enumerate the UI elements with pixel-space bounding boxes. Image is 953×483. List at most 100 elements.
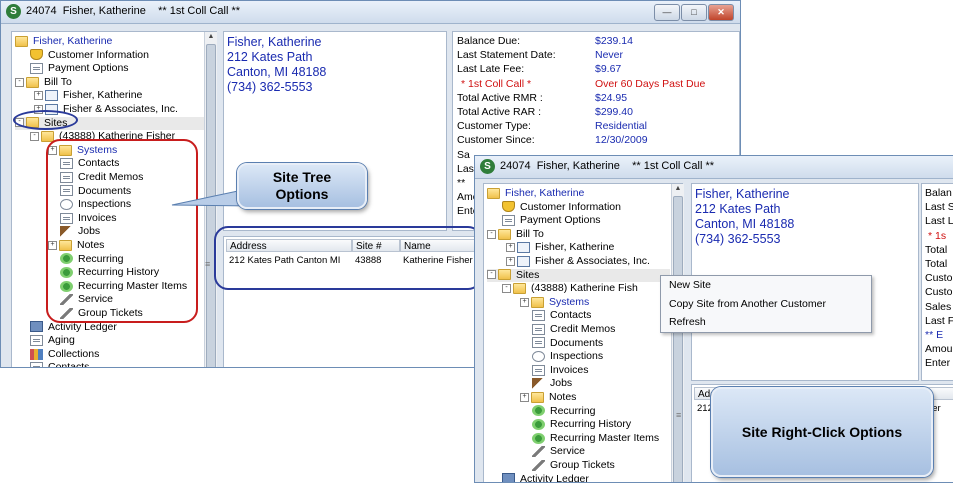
tree-item[interactable]: + Fisher & Associates, Inc. [506, 255, 652, 268]
tree-item[interactable]: Recurring Master Items [532, 432, 661, 445]
hammer-icon [532, 378, 545, 390]
recurring-icon [532, 418, 545, 430]
card-icon [517, 242, 530, 254]
customer-tree-2[interactable]: Fisher, Katherine Customer Information Pay… [483, 183, 683, 483]
tree-item[interactable]: + Notes [520, 391, 578, 404]
tree-item[interactable]: Group Tickets [532, 459, 617, 472]
site-right-click-callout: Site Right-Click Options [711, 387, 933, 477]
tree-item-label: Activity Ledger [520, 472, 589, 483]
expand-icon[interactable]: + [506, 243, 515, 253]
tree-item[interactable]: Activity Ledger [502, 472, 591, 483]
folder-icon [487, 187, 500, 199]
doc-icon [502, 214, 515, 226]
tree-item-label: Recurring Master Items [550, 431, 660, 444]
tree-item[interactable]: + Fisher, Katherine [506, 241, 616, 254]
doc-icon [532, 337, 545, 349]
tree-item-label: Contacts [550, 309, 592, 322]
tree-item[interactable]: Recurring History [532, 418, 633, 431]
account-label: Enter [925, 357, 951, 370]
doc-icon [532, 310, 545, 322]
tree-item-label: Fisher, Katherine [505, 187, 585, 199]
tree-item[interactable]: Invoices [532, 364, 591, 377]
tree-item-label: Group Tickets [550, 459, 615, 471]
context-menu-item[interactable]: Copy Site from Another Customer [669, 298, 826, 310]
splitter-handle-2[interactable]: ≡ [676, 410, 681, 420]
tree-item[interactable]: Jobs [532, 377, 574, 390]
app-logo-icon: S [480, 159, 495, 174]
account-label: Total [925, 258, 948, 270]
address-line: (734) 362-5553 [695, 232, 781, 246]
tree-item-label: Fisher & Associates, Inc. [535, 255, 650, 267]
tree-item-label: Customer Information [520, 200, 621, 213]
expand-icon[interactable]: + [520, 297, 529, 307]
scroll-thumb-2[interactable] [673, 196, 683, 482]
tree-item-label: Payment Options [520, 214, 601, 227]
address-line: Fisher, Katherine [695, 187, 790, 201]
context-menu-item[interactable]: Refresh [669, 316, 706, 328]
tree-item-label: (43888) Katherine Fish [531, 282, 638, 295]
folder-icon [513, 282, 526, 294]
tree-item[interactable]: Documents [532, 337, 605, 350]
tree-item-label: Systems [549, 295, 590, 308]
account-label: Total [925, 243, 948, 256]
folder-icon [531, 296, 544, 308]
account-label: Last S [925, 201, 953, 214]
account-label: ** E [925, 329, 944, 341]
tree-item[interactable]: + Systems [520, 296, 591, 309]
tree-item[interactable]: - (43888) Katherine Fish [502, 282, 640, 295]
account-label: Balan [925, 187, 952, 199]
tree-scrollbar-2[interactable]: ▲ [671, 184, 684, 482]
scroll-up-icon[interactable]: ▲ [672, 184, 684, 194]
tree-item[interactable]: Contacts [532, 309, 593, 322]
folder-icon [498, 228, 511, 240]
tree-item-label: Documents [550, 336, 604, 349]
tree-item-label: Jobs [550, 377, 573, 390]
account-label: Custo [925, 272, 953, 285]
sites-context-menu[interactable]: New Site Copy Site from Another Customer R… [660, 275, 872, 333]
tree-item[interactable]: - Sites [487, 268, 670, 282]
account-label: Last L [925, 215, 953, 228]
site-tree-options-callout: Site Tree Options [237, 163, 367, 209]
account-label: Last F [925, 314, 953, 327]
account-label: Sales [925, 300, 952, 313]
wrench-icon [532, 459, 545, 471]
card-icon [517, 255, 530, 267]
address-line: Canton, MI 48188 [695, 217, 795, 231]
tree-item-label: Fisher, Katherine [535, 241, 615, 254]
tree-item[interactable]: - Bill To [487, 228, 546, 241]
magnifier-icon [532, 350, 545, 362]
tree-item[interactable]: Customer Information [502, 201, 623, 214]
folder-icon [531, 391, 544, 403]
collapse-icon[interactable]: - [502, 283, 511, 293]
expand-icon[interactable]: + [506, 256, 515, 266]
tree-item[interactable]: Payment Options [502, 214, 603, 227]
tree-item[interactable]: Credit Memos [532, 323, 617, 336]
recurring-icon [532, 432, 545, 444]
tree-item[interactable]: Recurring [532, 405, 598, 418]
context-menu-item[interactable]: New Site [669, 279, 711, 291]
tree-item-label: Recurring [550, 404, 596, 417]
tree-item[interactable]: Service [532, 445, 587, 458]
account-summary-panel-2: Balan Last S Last L * 1s Total Total Custo Cust… [921, 183, 953, 381]
tree-item-label: Sites [516, 268, 540, 281]
tree-item-label: Invoices [550, 363, 589, 376]
recurring-icon [532, 405, 545, 417]
collapse-icon[interactable]: - [487, 270, 496, 280]
tree-item[interactable]: Fisher, Katherine [487, 187, 586, 200]
tree-item-label: Recurring History [550, 418, 632, 431]
expand-icon[interactable]: + [520, 392, 529, 402]
wrench-icon [532, 446, 545, 458]
tree-item-label: Credit Memos [550, 323, 616, 335]
tree-item[interactable]: Inspections [532, 350, 605, 363]
account-label: Custo [925, 286, 953, 299]
tree-item-label: Notes [549, 391, 577, 403]
account-label: Amou [925, 343, 953, 356]
shield-icon [502, 201, 515, 213]
doc-icon [532, 364, 545, 376]
window-title-2: 24074 Fisher, Katherine ** 1st Coll Call… [500, 160, 715, 172]
collapse-icon[interactable]: - [487, 229, 496, 239]
account-label: * 1s [928, 229, 947, 242]
title-bar-2[interactable]: S 24074 Fisher, Katherine ** 1st Coll Ca… [475, 156, 953, 179]
tree-item-label: Inspections [550, 350, 604, 363]
folder-icon [498, 269, 511, 281]
